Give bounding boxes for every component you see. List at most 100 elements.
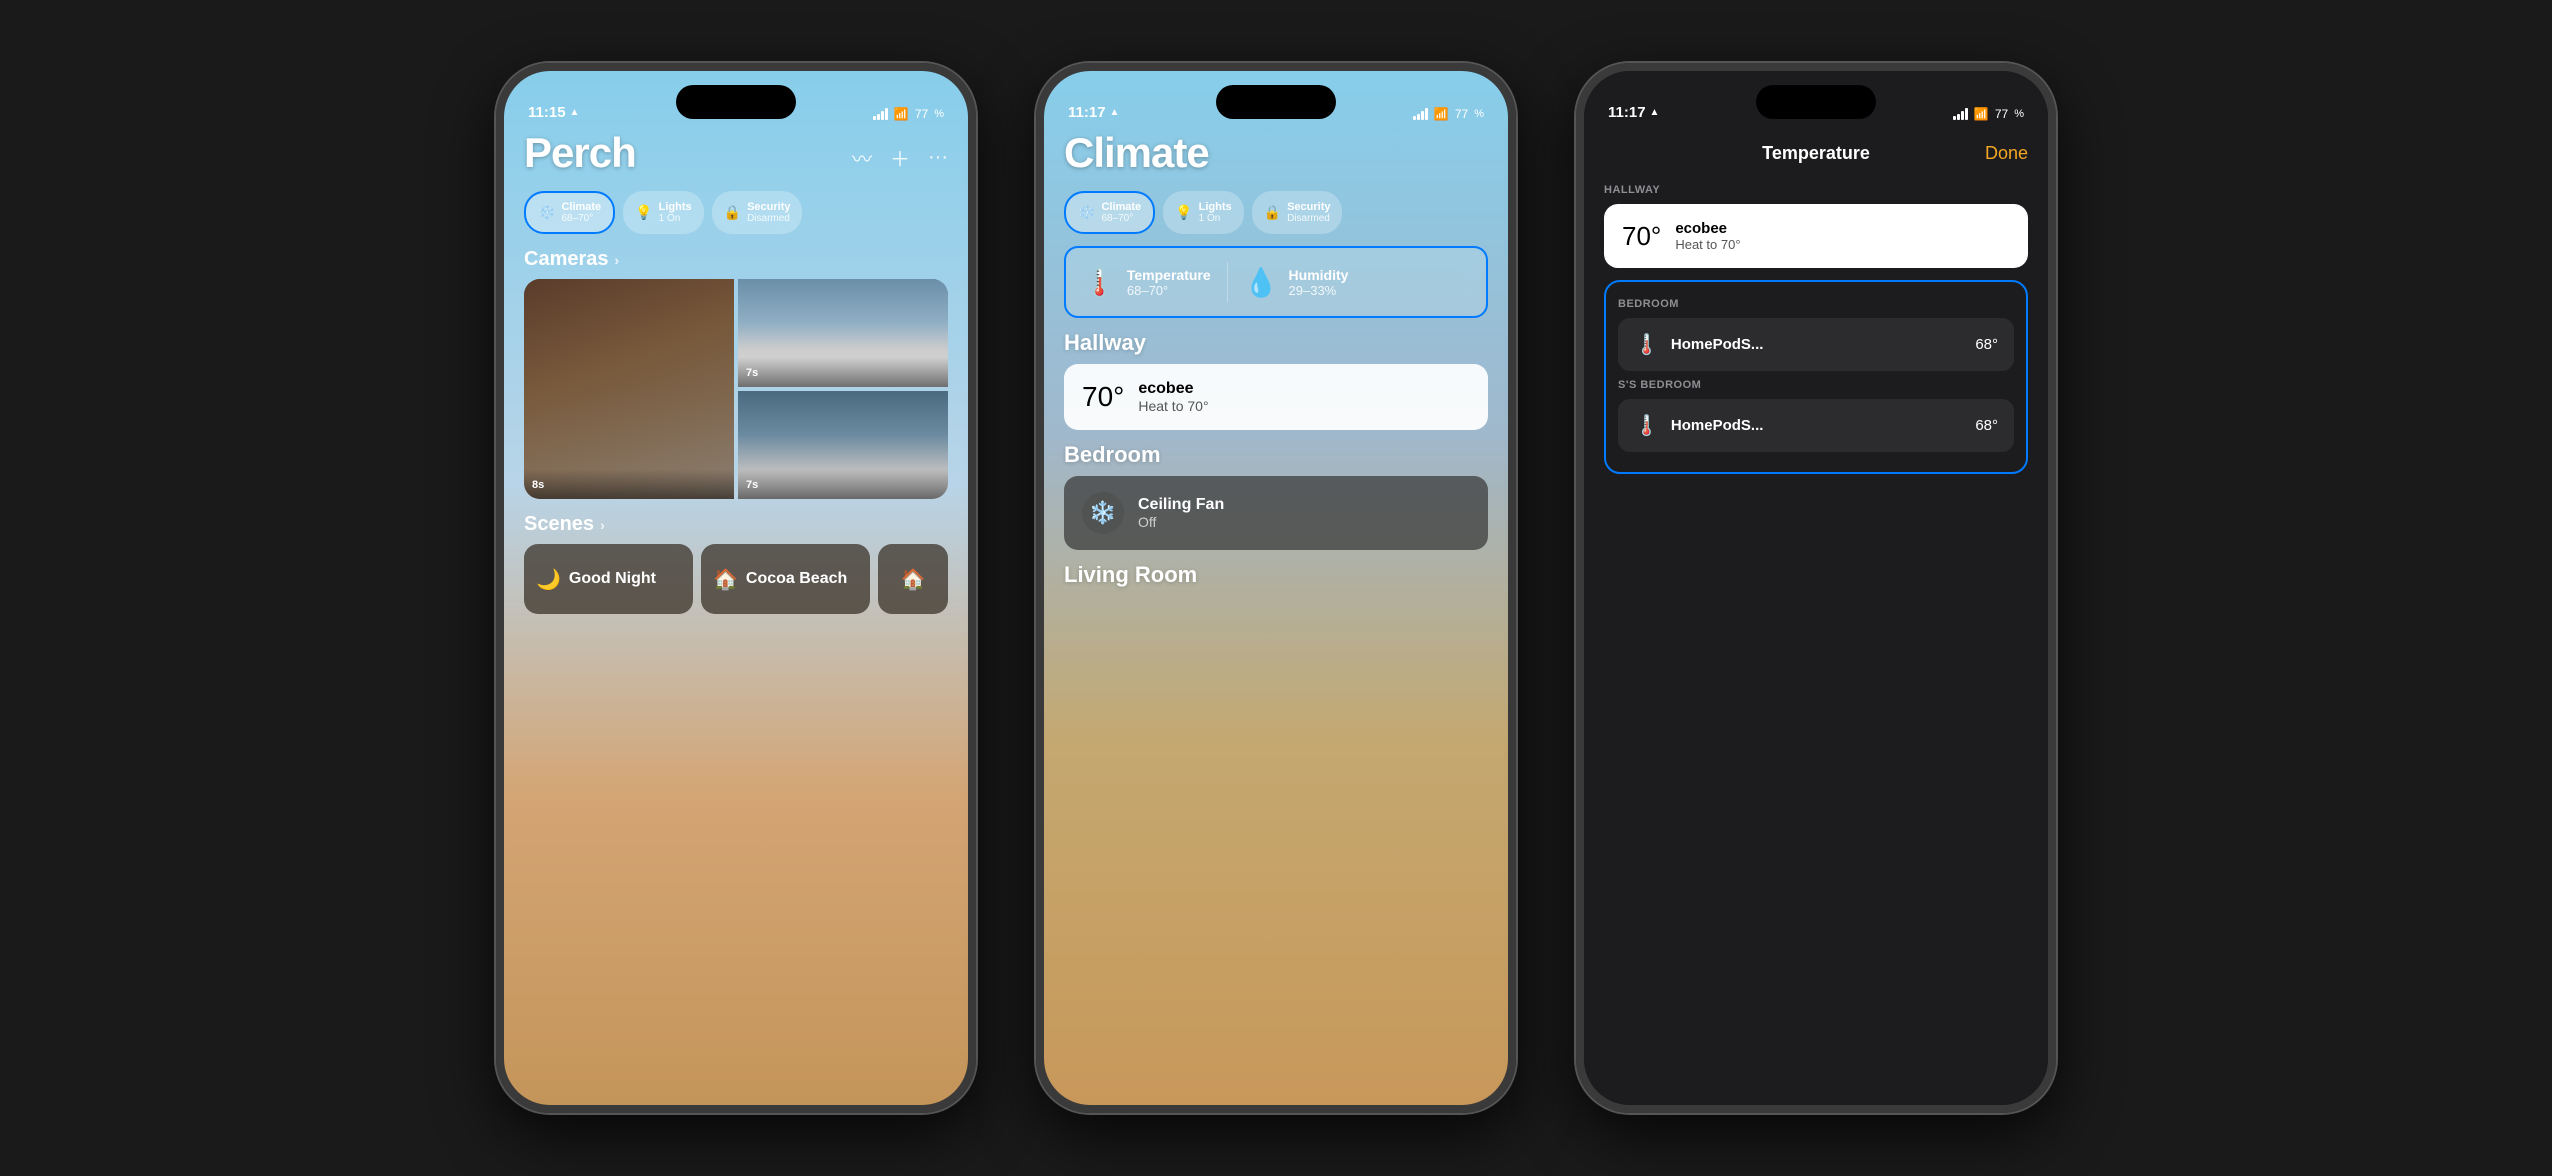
dynamic-island-3 bbox=[1756, 85, 1876, 119]
humidity-item[interactable]: 💧 Humidity 29–33% bbox=[1244, 266, 1349, 299]
humidity-icon: 💧 bbox=[1244, 266, 1279, 299]
tab-security-1[interactable]: 🔒 Security Disarmed bbox=[712, 191, 803, 234]
camera-main-overlay: 8s bbox=[524, 469, 734, 499]
page-title-1: Perch bbox=[524, 129, 948, 177]
tab-lights-1[interactable]: 💡 Lights 1 On bbox=[623, 191, 703, 234]
fan-icon-circle: ❄️ bbox=[1082, 492, 1124, 534]
cameras-section-header[interactable]: Cameras › bbox=[524, 248, 948, 271]
tab-climate-2[interactable]: ❄️ Climate 68–70° bbox=[1064, 191, 1155, 234]
humidity-sub: 29–33% bbox=[1289, 283, 1349, 298]
phone3-screen: 11:17 ▲ 📶 77 % bbox=[1584, 71, 2048, 1105]
cameras-chevron: › bbox=[615, 252, 620, 268]
battery-text-1: 77 bbox=[915, 107, 928, 121]
camera-top-right[interactable]: 7s bbox=[738, 279, 948, 387]
phones-container: 11:15 ▲ 📶 77 % 〰 ＋ bbox=[0, 0, 2552, 1176]
scene-cocoa-beach-label: Cocoa Beach bbox=[746, 569, 847, 588]
ecobee-sensor-temp: 70° bbox=[1622, 221, 1661, 252]
room-hallway-title: Hallway bbox=[1064, 330, 1488, 356]
ecobee-card[interactable]: 70° ecobee Heat to 70° bbox=[1064, 364, 1488, 430]
cam-timer-0: 8s bbox=[532, 479, 544, 491]
lights-tab-icon-1: 💡 bbox=[635, 204, 652, 221]
homepod-ss-name: HomePodS... bbox=[1671, 417, 1963, 434]
scenes-row: 🌙 Good Night 🏠 Cocoa Beach 🏠 bbox=[524, 544, 948, 614]
tab-buttons-1: ❄️ Climate 68–70° 💡 Lights 1 On bbox=[524, 191, 948, 234]
scenes-section: Scenes › 🌙 Good Night 🏠 Cocoa Beach bbox=[524, 513, 948, 614]
scene-cocoa-beach[interactable]: 🏠 Cocoa Beach bbox=[701, 544, 870, 614]
bedroom-selection-group[interactable]: BEDROOM 🌡️ HomePodS... 68° S'S BEDROOM bbox=[1604, 280, 2028, 474]
good-night-icon: 🌙 bbox=[536, 567, 561, 592]
hallway-section: HALLWAY 70° ecobee Heat to 70° bbox=[1604, 184, 2028, 268]
ecobee-sub: Heat to 70° bbox=[1138, 398, 1208, 414]
cameras-grid: 8s 7s bbox=[524, 279, 948, 499]
tab-lights-2[interactable]: 💡 Lights 1 On bbox=[1163, 191, 1243, 234]
phone2-screen: 11:17 ▲ 📶 77 % Climate bbox=[1044, 71, 1508, 1105]
camera-bottom-right-overlay: 7s bbox=[738, 469, 948, 499]
security-tab-icon-1: 🔒 bbox=[724, 204, 741, 221]
temperature-icon: 🌡️ bbox=[1082, 266, 1117, 299]
ecobee-sensor-name: ecobee bbox=[1675, 220, 1740, 237]
page-title-2: Climate bbox=[1064, 129, 1488, 177]
scene-extra[interactable]: 🏠 bbox=[878, 544, 948, 614]
fan-icon: ❄️ bbox=[1089, 500, 1116, 526]
bedroom-label: BEDROOM bbox=[1618, 298, 2014, 310]
phone1-screen: 11:15 ▲ 📶 77 % 〰 ＋ bbox=[504, 71, 968, 1105]
dynamic-island-2 bbox=[1216, 85, 1336, 119]
scene-extra-icon: 🏠 bbox=[901, 567, 926, 592]
homepod-bedroom-temp: 68° bbox=[1975, 336, 1998, 353]
cam-timer-2: 7s bbox=[746, 479, 758, 491]
scenes-section-header[interactable]: Scenes › bbox=[524, 513, 948, 536]
phone1-content: Perch ❄️ Climate 68–70° 💡 Lights bbox=[504, 129, 968, 1105]
signal-icon-3 bbox=[1953, 108, 1968, 120]
scenes-chevron: › bbox=[600, 517, 605, 533]
lights-tab-icon-2: 💡 bbox=[1175, 204, 1192, 221]
scene-good-night-label: Good Night bbox=[569, 569, 656, 588]
phone3-content: Temperature Done HALLWAY 70° ecobee Heat… bbox=[1584, 129, 2048, 1105]
climate-tab-icon-2: ❄️ bbox=[1078, 204, 1095, 221]
temperature-label: Temperature bbox=[1127, 267, 1211, 283]
signal-icon-2 bbox=[1413, 108, 1428, 120]
cam-timer-1: 7s bbox=[746, 367, 758, 379]
camera-main[interactable]: 8s bbox=[524, 279, 734, 499]
homepod-bedroom-name: HomePodS... bbox=[1671, 336, 1963, 353]
homepod-bedroom-card[interactable]: 🌡️ HomePodS... 68° bbox=[1618, 318, 2014, 371]
room-living-title: Living Room bbox=[1064, 562, 1488, 588]
wifi-icon-1: 📶 bbox=[894, 107, 909, 121]
room-hallway: Hallway 70° ecobee Heat to 70° bbox=[1064, 330, 1488, 430]
security-tab-icon-2: 🔒 bbox=[1264, 204, 1281, 221]
camera-top-right-overlay: 7s bbox=[738, 357, 948, 387]
bedroom-section: BEDROOM 🌡️ HomePodS... 68° bbox=[1618, 298, 2014, 371]
phone-3: 11:17 ▲ 📶 77 % bbox=[1576, 63, 2056, 1113]
fan-sub: Off bbox=[1138, 514, 1224, 530]
temp-header: Temperature Done bbox=[1604, 129, 2028, 180]
phone-2: 11:17 ▲ 📶 77 % Climate bbox=[1036, 63, 1516, 1113]
humidity-label: Humidity bbox=[1289, 267, 1349, 283]
camera-bottom-right[interactable]: 7s bbox=[738, 391, 948, 499]
ss-bedroom-section: S'S BEDROOM 🌡️ HomePodS... 68° bbox=[1618, 379, 2014, 452]
ecobee-sensor-card[interactable]: 70° ecobee Heat to 70° bbox=[1604, 204, 2028, 268]
hallway-label: HALLWAY bbox=[1604, 184, 2028, 196]
tab-security-2[interactable]: 🔒 Security Disarmed bbox=[1252, 191, 1343, 234]
status-icons-1: 📶 77 % bbox=[873, 107, 944, 121]
dynamic-island-1 bbox=[676, 85, 796, 119]
status-icons-3: 📶 77 % bbox=[1953, 107, 2024, 121]
ecobee-name: ecobee bbox=[1138, 380, 1208, 398]
temp-page-title: Temperature bbox=[1762, 143, 1870, 164]
climate-tab-icon-1: ❄️ bbox=[538, 204, 555, 221]
room-bedroom-title: Bedroom bbox=[1064, 442, 1488, 468]
temperature-sub: 68–70° bbox=[1127, 283, 1211, 298]
wifi-icon-3: 📶 bbox=[1974, 107, 1989, 121]
room-living: Living Room bbox=[1064, 562, 1488, 588]
status-time-3: 11:17 ▲ bbox=[1608, 104, 1659, 121]
tab-climate-1[interactable]: ❄️ Climate 68–70° bbox=[524, 191, 615, 234]
phone2-content: Climate ❄️ Climate 68–70° 💡 Lights bbox=[1044, 129, 1508, 1105]
ecobee-sensor-sub: Heat to 70° bbox=[1675, 237, 1740, 252]
phone-1: 11:15 ▲ 📶 77 % 〰 ＋ bbox=[496, 63, 976, 1113]
status-time-1: 11:15 ▲ bbox=[528, 104, 579, 121]
climate-selection-card[interactable]: 🌡️ Temperature 68–70° 💧 Humidity 29– bbox=[1064, 246, 1488, 318]
temperature-item[interactable]: 🌡️ Temperature 68–70° bbox=[1082, 266, 1211, 299]
battery-text-2: 77 bbox=[1455, 107, 1468, 121]
done-button[interactable]: Done bbox=[1985, 143, 2028, 164]
ceiling-fan-card[interactable]: ❄️ Ceiling Fan Off bbox=[1064, 476, 1488, 550]
homepod-ss-bedroom-card[interactable]: 🌡️ HomePodS... 68° bbox=[1618, 399, 2014, 452]
scene-good-night[interactable]: 🌙 Good Night bbox=[524, 544, 693, 614]
